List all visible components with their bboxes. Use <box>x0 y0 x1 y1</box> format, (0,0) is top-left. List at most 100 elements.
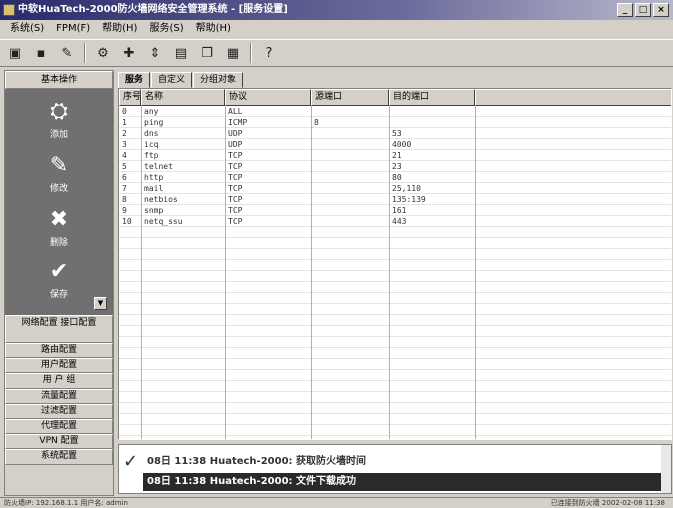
service-table: 序号 名称 协议 源端口 目的端口 0 any ALL 1 ping ICMP 8 2 dns U… <box>118 88 672 440</box>
gear-icon[interactable]: ⚙ <box>92 42 114 64</box>
column-header[interactable]: 协议 <box>225 89 311 106</box>
edit-tool[interactable]: ✎ 修改 <box>29 151 89 195</box>
sidebar-item-traffic[interactable]: 流量配置 <box>5 388 113 404</box>
table-row[interactable]: 5 telnet TCP 23 <box>119 161 475 172</box>
log-panel: ✓ 08日 11:38 Huatech-2000: 获取防火墙时间 08日 11… <box>118 444 672 494</box>
menu-help-2[interactable]: 帮助(H) <box>190 20 237 38</box>
scroll-down-icon[interactable]: ▼ <box>94 297 107 310</box>
table-cell: 5 <box>122 162 127 171</box>
table-header: 序号 名称 协议 源端口 目的端口 <box>119 89 671 106</box>
sidebar-item-system[interactable]: 系统配置 <box>5 449 113 465</box>
table-cell <box>311 139 389 150</box>
table-cell: 1 <box>122 118 127 127</box>
table-cell <box>311 205 389 216</box>
sidebar-item-user[interactable]: 用户配置 <box>5 358 113 374</box>
move-icon[interactable]: ⇕ <box>144 42 166 64</box>
tab-service[interactable]: 服务 <box>118 72 151 88</box>
table-cell: UDP <box>228 140 243 149</box>
log-scrollbar[interactable] <box>661 445 671 493</box>
tab-group-object[interactable]: 分组对象 <box>193 72 244 88</box>
table-cell: 6 <box>122 173 127 182</box>
sidebar-header[interactable]: 基本操作 <box>5 71 113 89</box>
table-cell: TCP <box>228 195 243 204</box>
table-cell: 3 <box>122 140 127 149</box>
status-left: 防火墙IP: 192.168.1.1 用户名: admin <box>4 499 128 507</box>
table-cell: 23 <box>392 162 402 171</box>
log-entry-selected[interactable]: 08日 11:38 Huatech-2000: 文件下载成功 <box>143 473 663 491</box>
sidebar-item-network[interactable]: 网络配置 接口配置 <box>5 315 113 343</box>
table-row[interactable]: 2 dns UDP 53 <box>119 128 475 139</box>
sidebar-item-route[interactable]: 路由配置 <box>5 343 113 359</box>
column-header[interactable]: 名称 <box>141 89 225 106</box>
close-button[interactable]: × <box>653 3 669 17</box>
table-cell: 0 <box>122 107 127 116</box>
table-cell: 21 <box>392 151 402 160</box>
table-cell: netbios <box>144 195 178 204</box>
column-divider <box>475 106 476 439</box>
sidebar-item-usergroup[interactable]: 用 户 组 <box>5 373 113 389</box>
toolbar-separator <box>250 43 252 63</box>
sidebar-item-proxy[interactable]: 代理配置 <box>5 418 113 435</box>
table-row[interactable]: 6 http TCP 80 <box>119 172 475 183</box>
column-header-blank <box>475 89 671 106</box>
table-row[interactable]: 1 ping ICMP 8 <box>119 117 475 128</box>
save-tool[interactable]: ✔ 保存 <box>29 257 89 301</box>
save-icon[interactable]: ▪ <box>30 42 52 64</box>
title-bar: 中软HuaTech-2000防火墙网络安全管理系统 - [服务设置] _ □ × <box>0 0 673 20</box>
menu-fpm[interactable]: FPM(F) <box>50 20 96 38</box>
column-header[interactable]: 序号 <box>119 89 141 106</box>
delete-tool[interactable]: ✖ 删除 <box>29 205 89 249</box>
table-row[interactable]: 7 mail TCP 25,110 <box>119 183 475 194</box>
add-icon[interactable]: ✚ <box>118 42 140 64</box>
tool-panel: ⛭ 添加 ✎ 修改 ✖ 删除 ✔ 保存 ▼ <box>5 89 113 315</box>
folder-open-icon[interactable]: ▣ <box>4 42 26 64</box>
find-icon[interactable]: ✎ <box>56 42 78 64</box>
sidebar-item-filter[interactable]: 过滤配置 <box>5 403 113 419</box>
maximize-button[interactable]: □ <box>635 3 651 17</box>
table-cell: snmp <box>144 206 164 215</box>
table-cell: 443 <box>392 217 407 226</box>
table-row[interactable]: 10 netq_ssu TCP 443 <box>119 216 475 227</box>
table-cell: 8 <box>122 195 127 204</box>
table-cell: 25,110 <box>392 184 421 193</box>
menu-system[interactable]: 系统(S) <box>4 20 50 38</box>
save-tool-icon: ✔ <box>49 258 69 284</box>
table-cell <box>311 106 389 117</box>
table-row[interactable]: 9 snmp TCP 161 <box>119 205 475 216</box>
table-cell: 10 <box>122 217 132 226</box>
table-cell: ALL <box>228 107 243 116</box>
table-row[interactable]: 0 any ALL <box>119 106 475 117</box>
sidebar: 基本操作 ⛭ 添加 ✎ 修改 ✖ 删除 ✔ 保存 ▼ 网络配置 接口配置 路由配… <box>4 70 114 496</box>
log-entry: 08日 11:38 Huatech-2000: 获取防火墙时间 <box>147 456 367 467</box>
column-header[interactable]: 源端口 <box>311 89 389 106</box>
tab-custom[interactable]: 自定义 <box>151 72 193 88</box>
document-icon[interactable]: ▤ <box>170 42 192 64</box>
sidebar-item-vpn[interactable]: VPN 配置 <box>5 434 113 450</box>
add-tool-label: 添加 <box>49 130 68 140</box>
window-title: 中软HuaTech-2000防火墙网络安全管理系统 - [服务设置] <box>18 4 288 15</box>
help-icon[interactable]: ? <box>258 42 280 64</box>
table-cell <box>311 150 389 161</box>
add-tool[interactable]: ⛭ 添加 <box>29 97 89 141</box>
table-body: 0 any ALL 1 ping ICMP 8 2 dns UDP 53 3 icq UDP 4000 4 ft… <box>119 106 671 439</box>
delete-tool-icon: ✖ <box>49 206 69 232</box>
minimize-button[interactable]: _ <box>617 3 633 17</box>
edit-tool-icon: ✎ <box>49 152 69 178</box>
grid-icon[interactable]: ▦ <box>222 42 244 64</box>
column-header[interactable]: 目的端口 <box>389 89 475 106</box>
table-cell: 135:139 <box>392 195 426 204</box>
table-row[interactable]: 8 netbios TCP 135:139 <box>119 194 475 205</box>
copy-icon[interactable]: ❐ <box>196 42 218 64</box>
table-row[interactable]: 3 icq UDP 4000 <box>119 139 475 150</box>
table-row[interactable]: 4 ftp TCP 21 <box>119 150 475 161</box>
sidebar-groups: 网络配置 接口配置 路由配置 用户配置 用 户 组 流量配置 过滤配置 代理配置… <box>5 315 113 465</box>
table-cell <box>311 172 389 183</box>
table-cell: TCP <box>228 173 243 182</box>
menu-service[interactable]: 服务(S) <box>143 20 189 38</box>
check-icon: ✓ <box>123 451 139 472</box>
table-cell: 53 <box>392 129 402 138</box>
menu-bar: 系统(S) FPM(F) 帮助(H) 服务(S) 帮助(H) <box>0 20 673 38</box>
table-cell: 7 <box>122 184 127 193</box>
menu-help-1[interactable]: 帮助(H) <box>96 20 143 38</box>
table-cell: TCP <box>228 151 243 160</box>
